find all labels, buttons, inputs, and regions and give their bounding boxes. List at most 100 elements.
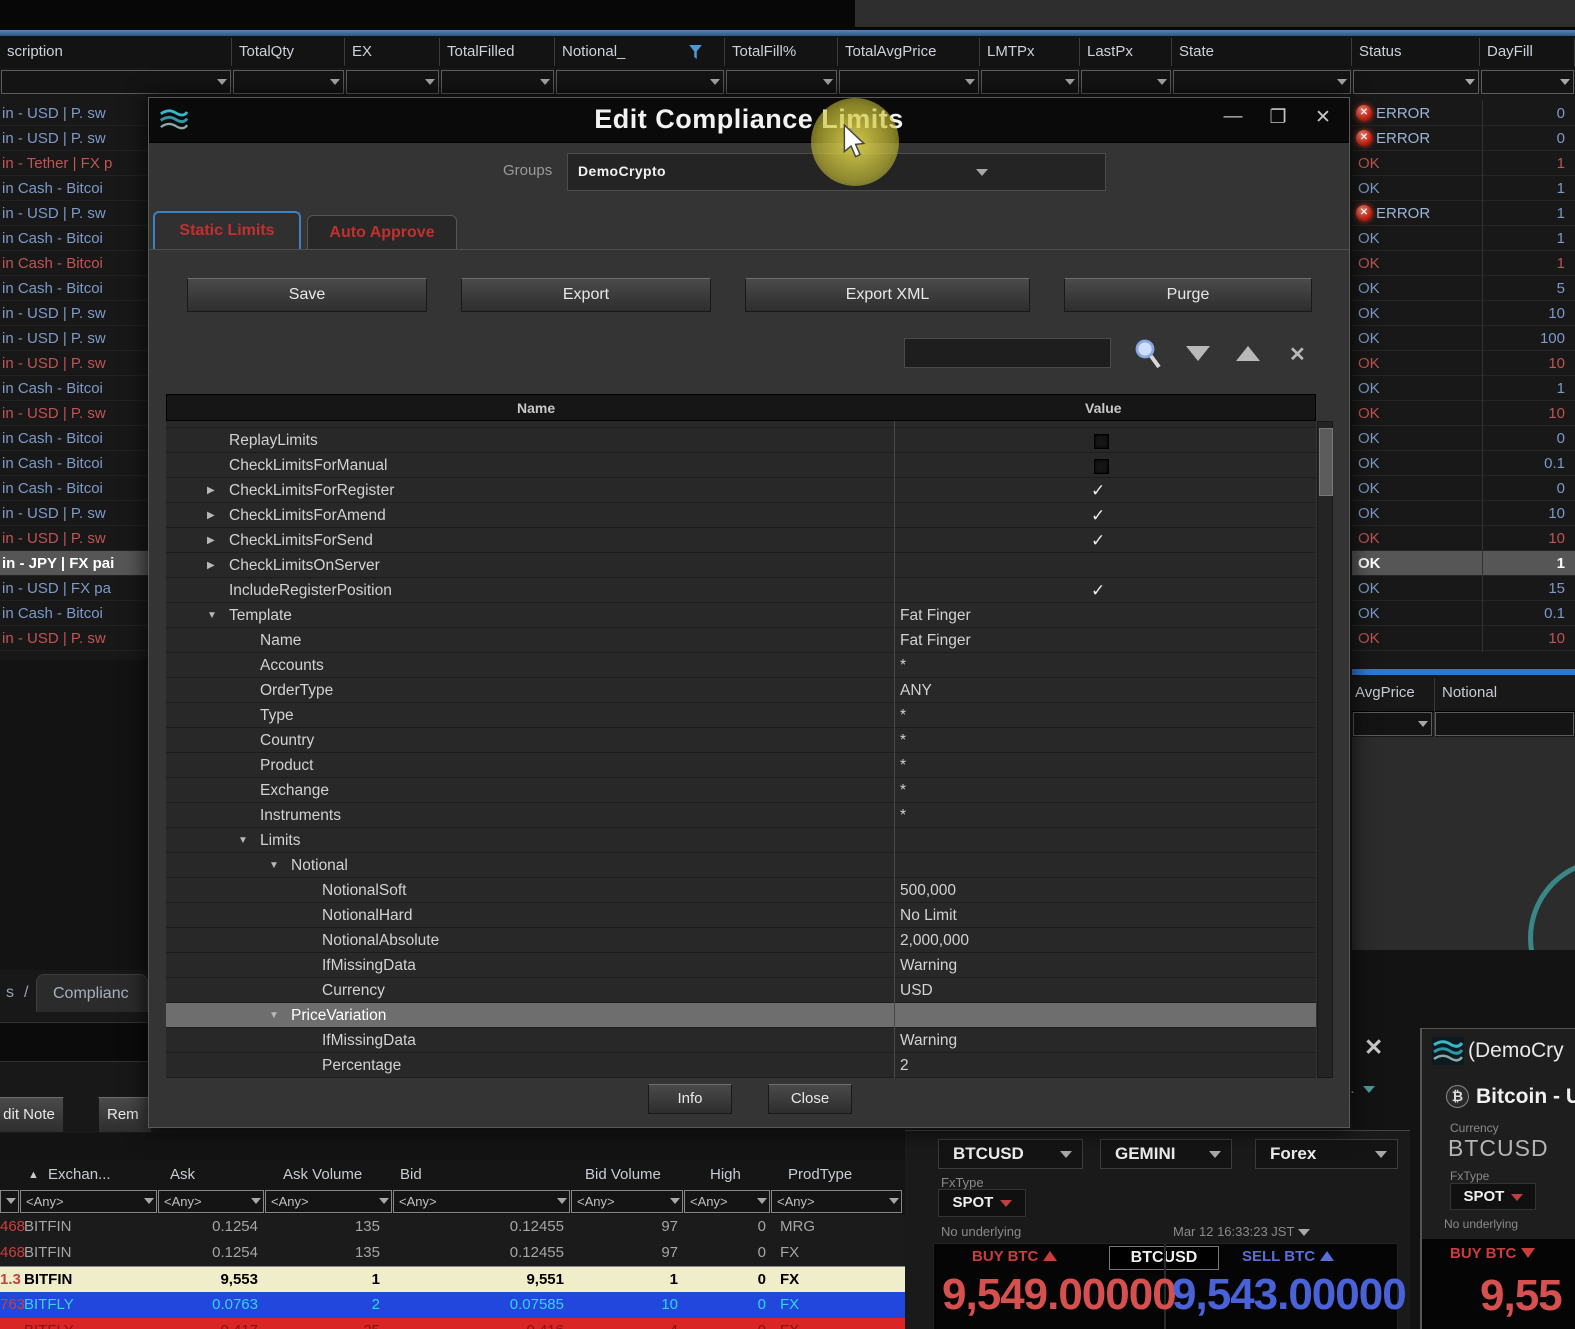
find-next-icon[interactable] (1186, 346, 1210, 361)
order-row-description[interactable]: in Cash - Bitcoi (0, 476, 148, 501)
tree-row[interactable]: ▶ CheckLimitsOnServer (166, 553, 1316, 578)
order-row-description[interactable]: in - Tether | FX p (0, 151, 148, 176)
market-col-bid[interactable]: Bid (400, 1166, 422, 1183)
tree-row[interactable]: NotionalAbsolute 2,000,000 (166, 928, 1316, 953)
orders-col-state[interactable]: State (1172, 38, 1352, 66)
order-row-description[interactable]: in - USD | P. sw (0, 351, 148, 376)
order-row-description[interactable]: in - USD | FX pa (0, 576, 148, 601)
market-filter-1[interactable]: <Any> (20, 1190, 157, 1213)
orders-col-status[interactable]: Status (1352, 38, 1480, 66)
tree-row[interactable]: Instruments * (166, 803, 1316, 828)
tree-row-partial[interactable] (166, 421, 1316, 428)
order-row-status[interactable]: OK 1 (1352, 376, 1575, 401)
market-filter-7[interactable]: <Any> (771, 1190, 902, 1213)
fxtype-dropdown[interactable]: SPOT (938, 1189, 1026, 1217)
tree-row-value[interactable]: * (900, 778, 906, 803)
fills-col-avgprice[interactable]: AvgPrice (1355, 684, 1415, 701)
order-row-description[interactable]: in - USD | P. sw (0, 501, 148, 526)
expand-arrow-icon[interactable]: ▶ (207, 503, 215, 528)
tree-row-value[interactable]: * (900, 803, 906, 828)
orders-col-totalqty[interactable]: TotalQty (232, 38, 345, 66)
order-row-description[interactable]: in Cash - Bitcoi (0, 276, 148, 301)
orders-col-scription[interactable]: scription (0, 38, 232, 66)
orders-filter-9[interactable] (1173, 70, 1351, 94)
order-row-status[interactable]: OK 1 (1352, 226, 1575, 251)
remove-button[interactable]: Rem (98, 1097, 152, 1133)
maximize-button[interactable]: ❐ (1262, 106, 1294, 129)
market-filter-0[interactable] (0, 1190, 19, 1213)
collapse-arrow-icon[interactable]: ▼ (269, 1003, 279, 1028)
sell-price[interactable]: 9,543.00000 (1172, 1270, 1407, 1320)
order-row-description[interactable]: in Cash - Bitcoi (0, 251, 148, 276)
tree-row-value[interactable]: 2 (900, 1053, 909, 1078)
market-col-high[interactable]: High (710, 1166, 741, 1183)
tree-row-value[interactable]: 2,000,000 (900, 928, 969, 953)
order-row-description[interactable]: in - JPY | FX pai (0, 551, 148, 576)
order-row-status[interactable]: OK 1 (1352, 251, 1575, 276)
tree-row-value[interactable]: Warning (900, 1028, 957, 1053)
tree-row[interactable]: Country * (166, 728, 1316, 753)
order-row-status[interactable]: ✕ ERROR 0 (1352, 126, 1575, 151)
search-icon[interactable] (1134, 338, 1162, 370)
close-icon[interactable]: ✕ (1364, 1034, 1383, 1061)
orders-filter-0[interactable] (1, 70, 231, 94)
order-row-status[interactable]: OK 1 (1352, 151, 1575, 176)
order-row-status[interactable]: OK 5 (1352, 276, 1575, 301)
tree-row[interactable]: IfMissingData Warning (166, 953, 1316, 978)
scrollbar-thumb[interactable] (1319, 428, 1333, 496)
close-button[interactable]: ✕ (1307, 106, 1339, 129)
name-column-header[interactable]: Name (517, 400, 555, 416)
tree-row[interactable]: OrderType ANY (166, 678, 1316, 703)
market-col-prodtype[interactable]: ProdType (788, 1166, 852, 1183)
order-row-description[interactable]: in Cash - Bitcoi (0, 226, 148, 251)
tree-row-value[interactable]: No Limit (900, 903, 957, 928)
minimize-button[interactable]: — (1217, 106, 1249, 128)
tree-row[interactable]: Type * (166, 703, 1316, 728)
orders-filter-6[interactable] (839, 70, 979, 94)
order-row-status[interactable]: OK 10 (1352, 626, 1575, 651)
tree-row[interactable]: ▼ Limits (166, 828, 1316, 853)
tree-row-value[interactable]: * (900, 728, 906, 753)
order-row-status[interactable]: ✕ ERROR 1 (1352, 201, 1575, 226)
market-dropdown[interactable]: Forex (1255, 1139, 1398, 1169)
orders-col-dayfill[interactable]: DayFill (1480, 38, 1575, 66)
export-xml-button[interactable]: Export XML (745, 278, 1030, 312)
buy-btc-label[interactable]: BUY BTC (972, 1248, 1058, 1265)
search-input[interactable] (904, 338, 1111, 368)
tree-row-value[interactable]: Warning (900, 953, 957, 978)
tree-row[interactable]: ReplayLimits (166, 428, 1316, 453)
order-row-description[interactable]: in - USD | P. sw (0, 126, 148, 151)
info-button[interactable]: Info (648, 1084, 732, 1114)
market-row[interactable]: 468 BITFIN 0.1254 135 0.12455 97 0 FX (0, 1240, 905, 1267)
tree-row-value[interactable]: * (900, 753, 906, 778)
market-col-ask-volume[interactable]: Ask Volume (283, 1166, 362, 1183)
order-row-description[interactable]: in - USD | P. sw (0, 401, 148, 426)
exchange-dropdown[interactable]: GEMINI (1100, 1139, 1232, 1169)
order-row-description[interactable]: in Cash - Bitcoi (0, 601, 148, 626)
orders-col-lastpx[interactable]: LastPx (1080, 38, 1172, 66)
tree-row-value[interactable]: Fat Finger (900, 603, 971, 628)
order-row-status[interactable]: OK 15 (1352, 576, 1575, 601)
orders-col-lmtpx[interactable]: LMTPx (980, 38, 1080, 66)
mini-buy-price[interactable]: 9,55 (1480, 1271, 1563, 1321)
tree-row[interactable]: ▼ Template Fat Finger (166, 603, 1316, 628)
market-col-exchan-[interactable]: Exchan... (48, 1166, 111, 1183)
order-row-status[interactable]: OK 10 (1352, 401, 1575, 426)
order-row-description[interactable]: in - USD | P. sw (0, 301, 148, 326)
tree-row[interactable]: ▶ CheckLimitsForSend ✓ (166, 528, 1316, 553)
tab-static-limits[interactable]: Static Limits (153, 211, 301, 249)
order-row-description[interactable]: in Cash - Bitcoi (0, 451, 148, 476)
orders-filter-8[interactable] (1081, 70, 1171, 94)
left-input-strip[interactable] (0, 1022, 148, 1062)
orders-filter-7[interactable] (981, 70, 1079, 94)
tree-row-value[interactable]: * (900, 653, 906, 678)
order-row-description[interactable]: in - USD | P. sw (0, 626, 148, 651)
order-row-status[interactable]: OK 0.1 (1352, 451, 1575, 476)
orders-filter-3[interactable] (441, 70, 554, 94)
order-row-description[interactable]: in - USD | P. sw (0, 526, 148, 551)
filter-funnel-icon[interactable] (689, 45, 702, 59)
market-filter-3[interactable]: <Any> (265, 1190, 392, 1213)
market-row[interactable]: BITFLY 0.417 25 0.416 4 0 FX (0, 1318, 905, 1329)
market-filter-6[interactable]: <Any> (684, 1190, 770, 1213)
tree-row-value[interactable]: Fat Finger (900, 628, 971, 653)
